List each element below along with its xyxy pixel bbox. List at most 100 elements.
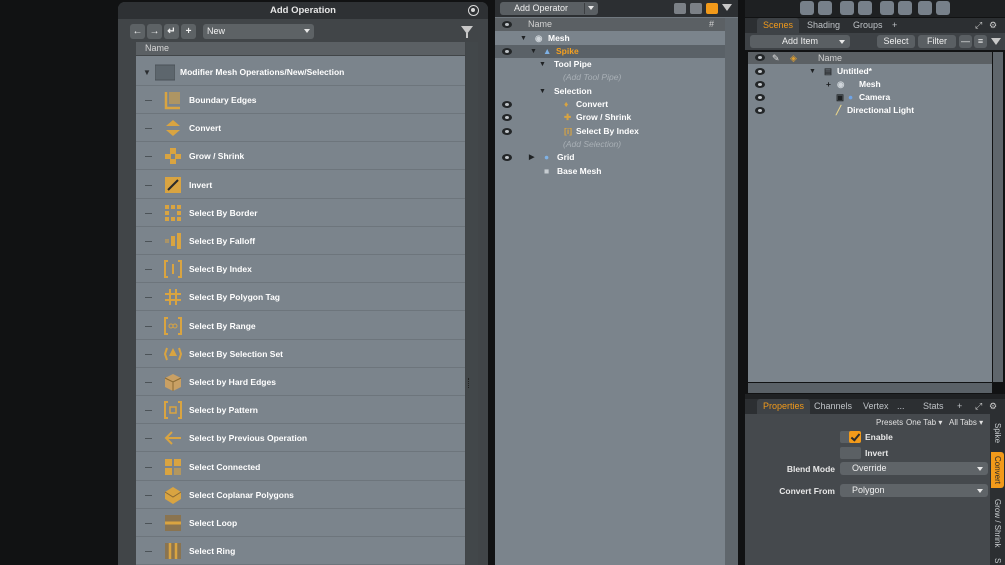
filter-icon[interactable] (991, 38, 1001, 45)
add-operator-button[interactable]: Add Operator (500, 2, 598, 15)
eye-icon[interactable] (502, 101, 512, 108)
tool-icon[interactable] (818, 1, 832, 15)
tab-properties[interactable]: Properties (757, 399, 811, 414)
vtab-grow-shrink[interactable]: Grow / Shrink (991, 492, 1004, 554)
layout-icon[interactable] (674, 3, 686, 14)
tool-icon[interactable] (840, 1, 854, 15)
operation-list-item[interactable]: Convert (136, 114, 465, 143)
operation-list-item[interactable]: Select by Hard Edges (136, 368, 465, 396)
collapse-icon[interactable]: — (959, 35, 972, 48)
tree-row-selection[interactable]: ▼ Selection (495, 85, 725, 98)
enable-checkbox[interactable] (849, 431, 861, 443)
operation-list-item[interactable]: Select Loop (136, 509, 465, 537)
convert-from-dropdown[interactable]: Polygon (840, 484, 988, 497)
blend-mode-dropdown[interactable]: Override (840, 462, 988, 475)
list-icon[interactable]: ≡ (974, 35, 987, 48)
add-icon[interactable]: + (181, 24, 196, 39)
name-column-header[interactable]: Name (818, 52, 842, 64)
panel-icon[interactable] (690, 3, 702, 14)
scene-row-light[interactable]: ╱ Directional Light (748, 104, 992, 117)
operation-list-item[interactable]: Select By Selection Set (136, 340, 465, 368)
operation-list-item[interactable]: Select Ring (136, 537, 465, 565)
eye-icon[interactable] (755, 94, 765, 101)
twist-right-icon[interactable]: ▶ (529, 151, 534, 164)
filter-button[interactable]: Filter (918, 35, 956, 48)
tab-channels[interactable]: Channels (808, 399, 858, 414)
tab-more[interactable]: ... (891, 399, 911, 414)
tree-row-select-by-index[interactable]: [i] Select By Index (495, 125, 725, 138)
eye-icon[interactable] (755, 81, 765, 88)
count-column-header[interactable]: # (709, 18, 714, 31)
filter-icon[interactable] (722, 4, 732, 11)
tab-scenes[interactable]: Scenes (757, 18, 800, 33)
tool-icon[interactable] (858, 1, 872, 15)
scene-row-mesh[interactable]: + ◉ Mesh (748, 78, 992, 91)
operation-list-item[interactable]: Grow / Shrink (136, 142, 465, 171)
dialog-scrollbar[interactable] (466, 42, 478, 565)
add-tab-button[interactable]: + (886, 18, 903, 33)
eye-icon[interactable] (502, 154, 512, 161)
tab-shading[interactable]: Shading (801, 18, 846, 33)
list-view-icon[interactable] (706, 3, 718, 14)
scene-row-root[interactable]: ▼ ▤ Untitled* (748, 65, 992, 78)
tool-icon[interactable] (880, 1, 894, 15)
tree-row-add-selection[interactable]: (Add Selection) (495, 138, 725, 151)
mesh-ops-scrollbar[interactable] (725, 18, 738, 565)
operation-list-item[interactable]: Boundary Edges (136, 86, 465, 114)
eye-icon[interactable] (755, 68, 765, 75)
gear-icon[interactable]: ⚙ (983, 18, 1003, 33)
gear-icon[interactable]: ⚙ (983, 399, 1003, 414)
tool-icon[interactable] (918, 1, 932, 15)
preset-dropdown[interactable]: New (203, 24, 314, 39)
close-icon[interactable] (468, 5, 479, 16)
tab-stats[interactable]: Stats (917, 399, 950, 414)
tree-row-spike[interactable]: ▼ ▲ Spike (495, 45, 725, 58)
tab-vertex[interactable]: Vertex (857, 399, 895, 414)
twist-down-icon[interactable]: ▼ (530, 45, 537, 58)
scene-horizontal-scrollbar[interactable] (748, 383, 992, 393)
operation-list-item[interactable]: Select By Falloff (136, 227, 465, 255)
tab-groups[interactable]: Groups (847, 18, 889, 33)
operation-list-item[interactable]: Invert (136, 171, 465, 199)
select-button[interactable]: Select (877, 35, 915, 48)
eye-icon[interactable] (755, 107, 765, 114)
operation-list-item[interactable]: Select by Previous Operation (136, 424, 465, 453)
operation-list-item[interactable]: Select by Pattern (136, 396, 465, 425)
operation-list-item[interactable]: Select Connected (136, 453, 465, 481)
tree-row-grid[interactable]: ▶ ● Grid (495, 151, 725, 164)
tool-icon[interactable] (898, 1, 912, 15)
tool-icon[interactable] (800, 1, 814, 15)
filter-icon[interactable] (461, 26, 473, 38)
operation-list-item[interactable]: Select Coplanar Polygons (136, 481, 465, 509)
invert-checkbox[interactable] (849, 447, 861, 459)
vtab-convert[interactable]: Convert (991, 452, 1004, 488)
add-tab-button[interactable]: + (951, 399, 968, 414)
tree-row-tool-pipe[interactable]: ▼ Tool Pipe (495, 58, 725, 71)
add-item-button[interactable]: Add Item (750, 35, 850, 48)
expand-plus-icon[interactable]: + (826, 78, 831, 91)
operation-list-item[interactable]: Select By Index (136, 255, 465, 284)
tree-row-base-mesh[interactable]: ■ Base Mesh (495, 165, 725, 178)
operation-list-item[interactable]: Select By Range (136, 312, 465, 340)
operation-list-item[interactable]: Select By Polygon Tag (136, 283, 465, 312)
twist-down-icon[interactable]: ▼ (539, 85, 546, 98)
twist-down-icon[interactable]: ▼ (539, 58, 546, 71)
name-column-header[interactable]: Name (136, 42, 465, 55)
tool-icon[interactable] (936, 1, 950, 15)
tree-row-add-tool-pipe[interactable]: (Add Tool Pipe) (495, 71, 725, 84)
up-level-icon[interactable]: ↵ (164, 24, 179, 39)
vtab-more[interactable]: S (991, 556, 1004, 565)
vtab-spike[interactable]: Spike (991, 418, 1004, 448)
forward-arrow-icon[interactable]: → (147, 24, 162, 39)
operation-list-item[interactable]: Select By Border (136, 199, 465, 227)
twist-down-icon[interactable]: ▼ (809, 65, 816, 78)
eye-icon[interactable] (502, 128, 512, 135)
list-group-row[interactable]: ▼ Modifier Mesh Operations/New/Selection (136, 58, 465, 86)
scene-row-camera[interactable]: ▣ ● Camera (748, 91, 992, 104)
all-tabs-dropdown[interactable]: All Tabs ▾ (949, 418, 983, 427)
back-arrow-icon[interactable]: ← (130, 24, 145, 39)
twist-down-icon[interactable]: ▼ (520, 32, 527, 45)
tree-row-mesh[interactable]: ▼ ◉ Mesh (495, 32, 725, 45)
scene-scrollbar[interactable] (993, 52, 1003, 382)
tree-row-convert[interactable]: ♦ Convert (495, 98, 725, 111)
